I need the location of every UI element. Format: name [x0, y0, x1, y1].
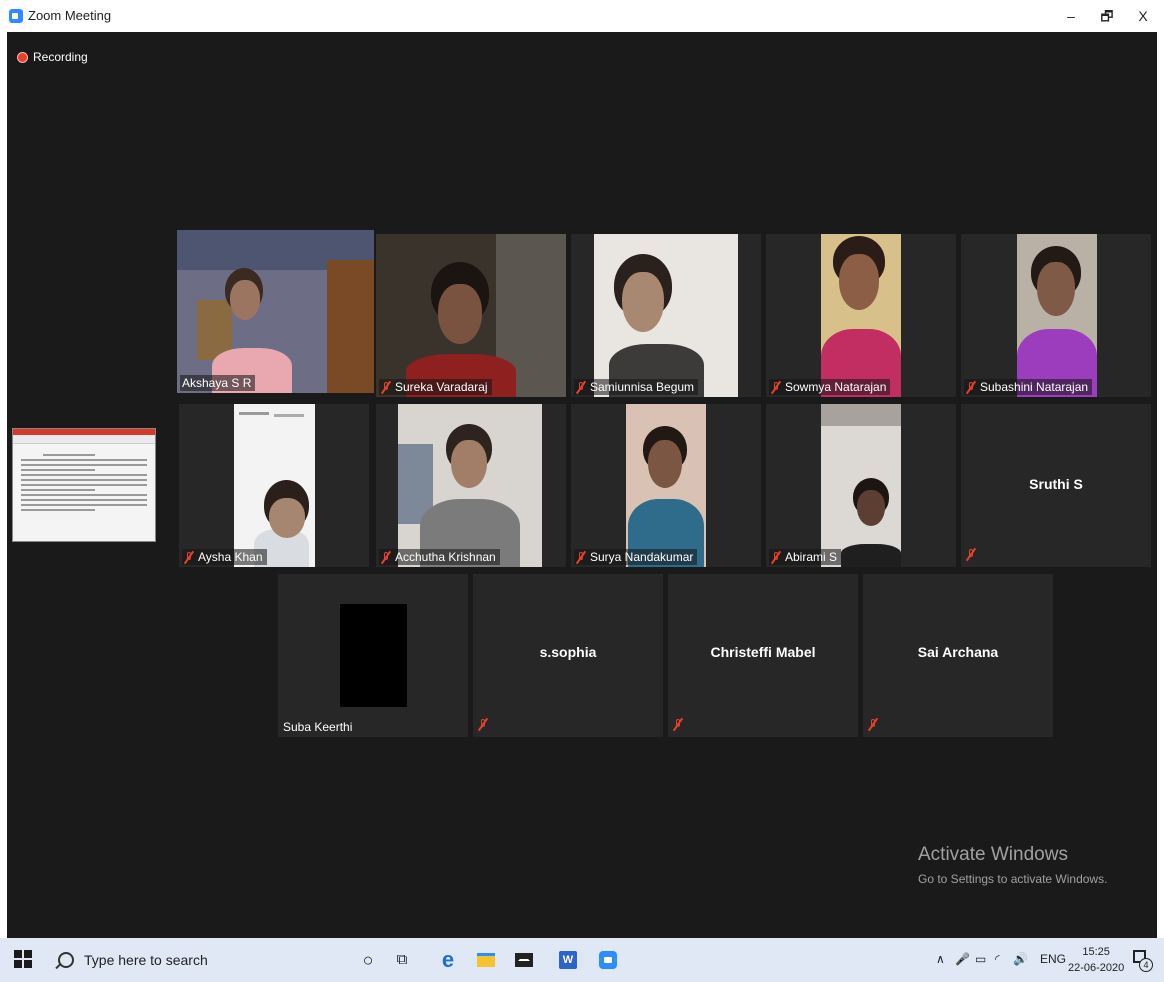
- participant-name: Sureka Varadaraj: [395, 380, 488, 394]
- participant-tile[interactable]: Subashini Natarajan: [961, 234, 1151, 397]
- muted-mic-icon: [771, 381, 781, 394]
- shared-screen-thumbnail[interactable]: [12, 428, 156, 542]
- participant-name: s.sophia: [539, 644, 597, 660]
- participant-tile[interactable]: Surya Nandakumar: [571, 404, 761, 567]
- participant-name-tag: Abirami S: [769, 549, 842, 565]
- participant-video: [1017, 234, 1097, 397]
- participant-video: [594, 234, 738, 397]
- task-view-icon[interactable]: ⧉: [390, 948, 414, 972]
- close-button[interactable]: X: [1128, 4, 1158, 28]
- restore-button[interactable]: 🗗: [1092, 4, 1122, 28]
- participant-name: Aysha Khan: [198, 550, 263, 564]
- participant-video: [376, 234, 566, 397]
- participant-name: Surya Nandakumar: [590, 550, 694, 564]
- muted-mic-icon: [868, 718, 878, 731]
- muted-mic-icon: [673, 718, 683, 731]
- participant-video: [821, 234, 901, 397]
- notification-count: 4: [1139, 958, 1153, 972]
- participant-name: Sowmya Natarajan: [785, 380, 887, 394]
- participant-tile[interactable]: Aysha Khan: [179, 404, 369, 567]
- participant-tile[interactable]: Sureka Varadaraj: [376, 234, 566, 397]
- watermark-title: Activate Windows: [918, 844, 1068, 865]
- notification-center-icon[interactable]: 4: [1133, 950, 1153, 972]
- participant-name: Abirami S: [785, 550, 838, 564]
- muted-mic-icon: [771, 551, 781, 564]
- muted-mic-icon: [381, 381, 391, 394]
- participant-name: Christeffi Mabel: [710, 644, 816, 660]
- participant-tile[interactable]: Sai Archana: [863, 574, 1053, 737]
- muted-mic-icon: [184, 551, 194, 564]
- muted-mic-icon: [576, 381, 586, 394]
- search-placeholder: Type here to search: [84, 952, 208, 968]
- activate-windows-watermark: Activate Windows Go to Settings to activ…: [918, 844, 1107, 886]
- participant-name: Acchutha Krishnan: [395, 550, 496, 564]
- participant-name: Sruthi S: [1029, 476, 1083, 492]
- recording-dot-icon: [17, 51, 28, 63]
- participant-name-tag: Subashini Natarajan: [964, 379, 1093, 395]
- window-title: Zoom Meeting: [28, 8, 112, 23]
- participant-tile[interactable]: Sowmya Natarajan: [766, 234, 956, 397]
- taskbar: Type here to search ○ ⧉ e W ∧ 🎤 ▭ ◜ 🔊 EN…: [0, 938, 1164, 982]
- zoom-icon[interactable]: [596, 948, 620, 972]
- participant-tile[interactable]: s.sophia: [473, 574, 663, 737]
- clock-time: 15:25: [1082, 946, 1110, 958]
- participant-name-tag: Suba Keerthi: [281, 719, 356, 735]
- participant-video: [234, 404, 315, 567]
- battery-icon[interactable]: ▭: [975, 952, 986, 966]
- search-icon: [58, 952, 74, 968]
- participant-tile[interactable]: Abirami S: [766, 404, 956, 567]
- participant-name-tag: Sureka Varadaraj: [379, 379, 492, 395]
- participant-tile[interactable]: Christeffi Mabel: [668, 574, 858, 737]
- language-indicator[interactable]: ENG: [1040, 952, 1066, 966]
- title-bar: Zoom Meeting – 🗗 X: [0, 0, 1164, 32]
- minimize-button[interactable]: –: [1056, 4, 1086, 28]
- participant-name-tag: Samiunnisa Begum: [574, 379, 699, 395]
- clock-date: 22-06-2020: [1068, 962, 1125, 974]
- windows-start-icon[interactable]: [14, 950, 32, 968]
- participant-tile[interactable]: Acchutha Krishnan: [376, 404, 566, 567]
- participant-tile[interactable]: Samiunnisa Begum: [571, 234, 761, 397]
- participant-name-tag: Acchutha Krishnan: [379, 549, 500, 565]
- participant-video: [626, 404, 706, 567]
- word-icon[interactable]: W: [556, 948, 580, 972]
- participant-tile[interactable]: Sruthi S: [961, 404, 1151, 567]
- participant-name: Suba Keerthi: [283, 720, 353, 734]
- cortana-icon[interactable]: ○: [356, 948, 380, 972]
- edge-icon[interactable]: e: [436, 948, 460, 972]
- participant-name: Sai Archana: [917, 644, 999, 660]
- recording-label: Recording: [33, 50, 88, 64]
- participant-video: [821, 404, 901, 567]
- participant-name-tag: Akshaya S R: [180, 375, 256, 391]
- microphone-icon[interactable]: 🎤: [955, 952, 970, 966]
- participant-name: Subashini Natarajan: [980, 380, 1089, 394]
- mail-icon[interactable]: [512, 948, 536, 972]
- show-hidden-icons-chevron-icon[interactable]: ∧: [936, 952, 945, 966]
- participant-video: [398, 404, 542, 567]
- volume-icon[interactable]: 🔊: [1013, 952, 1028, 966]
- participant-video: [340, 604, 407, 707]
- wifi-icon[interactable]: ◜: [995, 952, 1000, 966]
- meeting-area: Recording Akshaya S R Sureka Varadaraj S…: [7, 32, 1157, 938]
- participant-tile[interactable]: Akshaya S R: [177, 230, 374, 393]
- participant-name-tag: Aysha Khan: [182, 549, 267, 565]
- participant-tile[interactable]: Suba Keerthi: [278, 574, 468, 737]
- file-explorer-icon[interactable]: [474, 948, 498, 972]
- participant-name: Akshaya S R: [182, 376, 252, 390]
- muted-mic-icon: [478, 718, 488, 731]
- muted-mic-icon: [966, 548, 976, 561]
- zoom-logo-icon: [9, 9, 23, 23]
- recording-indicator[interactable]: Recording: [17, 50, 88, 64]
- muted-mic-icon: [576, 551, 586, 564]
- participant-name: Samiunnisa Begum: [590, 380, 695, 394]
- watermark-subtitle: Go to Settings to activate Windows.: [918, 872, 1108, 886]
- muted-mic-icon: [966, 381, 976, 394]
- participant-name-tag: Sowmya Natarajan: [769, 379, 891, 395]
- taskbar-search-box[interactable]: Type here to search: [48, 944, 338, 976]
- participant-name-tag: Surya Nandakumar: [574, 549, 698, 565]
- participant-video: [177, 230, 374, 393]
- muted-mic-icon: [381, 551, 391, 564]
- clock[interactable]: 15:25 22-06-2020: [1068, 944, 1124, 976]
